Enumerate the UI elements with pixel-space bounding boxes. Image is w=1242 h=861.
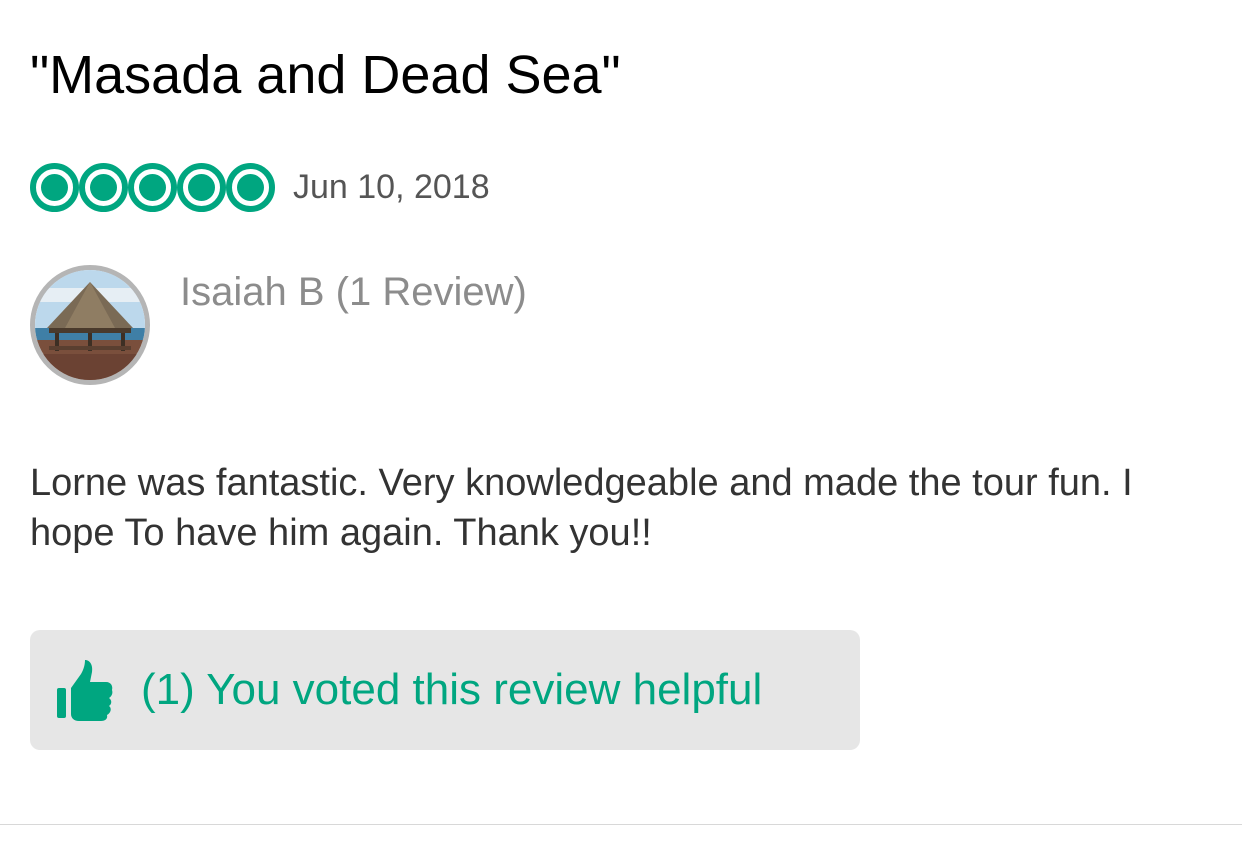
rating-bubble-4-icon bbox=[177, 162, 226, 212]
rating-bubble-2-icon bbox=[79, 162, 128, 212]
helpful-vote-button[interactable]: (1) You voted this review helpful bbox=[30, 630, 860, 750]
beach-gazebo-photo-icon bbox=[35, 270, 145, 380]
rating-bubble-3-icon bbox=[128, 162, 177, 212]
rating-row: Jun 10, 2018 bbox=[30, 157, 490, 217]
reviewer-avatar[interactable] bbox=[30, 265, 150, 385]
helpful-label: (1) You voted this review helpful bbox=[141, 665, 763, 714]
review-title: "Masada and Dead Sea" bbox=[30, 45, 621, 105]
reviewer-name[interactable]: Isaiah B (1 Review) bbox=[180, 266, 527, 318]
review-date: Jun 10, 2018 bbox=[293, 168, 490, 206]
rating-bubble-5-icon bbox=[226, 162, 275, 212]
divider bbox=[0, 824, 1242, 825]
review-body: Lorne was fantastic. Very knowledgeable … bbox=[30, 462, 1133, 554]
rating-bubble-1-icon bbox=[30, 162, 79, 212]
thumbs-up-icon bbox=[57, 660, 113, 721]
